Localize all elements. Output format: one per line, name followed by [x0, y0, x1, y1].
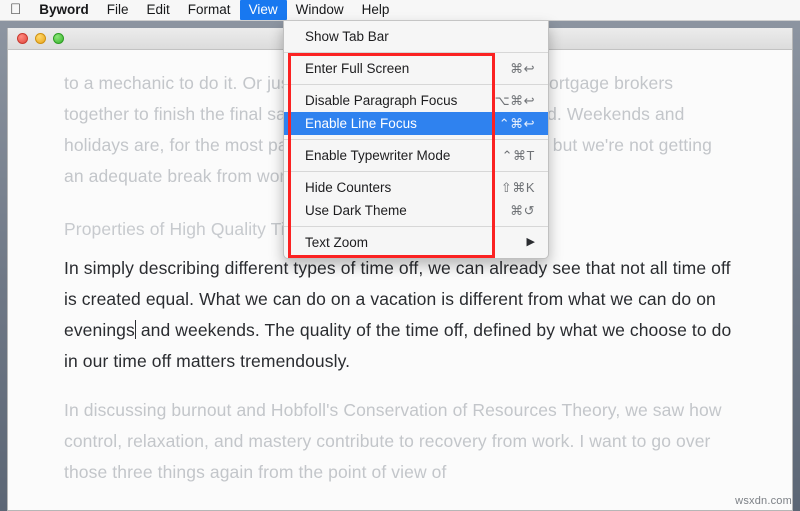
focused-text-after-caret: and weekends. The quality of the time of… — [64, 320, 732, 371]
menu-item-label: Enable Typewriter Mode — [305, 148, 451, 163]
zoom-window-button[interactable] — [53, 33, 64, 44]
paragraph-focused[interactable]: In simply describing different types of … — [64, 253, 736, 377]
chevron-right-icon: ▶ — [526, 236, 535, 248]
menu-item-label: Disable Paragraph Focus — [305, 93, 458, 108]
view-dropdown-menu: Show Tab Bar Enter Full Screen ⌘↩ Disabl… — [283, 21, 549, 259]
menu-item-show-tab-bar[interactable]: Show Tab Bar — [284, 25, 548, 48]
menubar-item-byword[interactable]: Byword — [35, 0, 98, 20]
menu-item-text-zoom[interactable]: Text Zoom ▶ — [284, 231, 548, 254]
menu-item-label: Show Tab Bar — [305, 29, 389, 44]
menu-separator — [284, 52, 548, 53]
menu-item-enable-typewriter-mode[interactable]: Enable Typewriter Mode ⌃⌘T — [284, 144, 548, 167]
menu-item-shortcut: ⌘↩ — [510, 61, 535, 76]
menu-item-label: Use Dark Theme — [305, 203, 407, 218]
macos-menubar:  Byword File Edit Format View Window He… — [0, 0, 800, 21]
close-window-button[interactable] — [17, 33, 28, 44]
menu-item-shortcut: ⌘↺ — [510, 203, 535, 218]
paragraph-below[interactable]: In discussing burnout and Hobfoll's Cons… — [64, 395, 736, 488]
menu-separator — [284, 139, 548, 140]
menu-item-label: Hide Counters — [305, 180, 392, 195]
menu-item-enable-line-focus[interactable]: Enable Line Focus ⌃⌘↩ — [284, 112, 548, 135]
menubar-item-help[interactable]: Help — [353, 0, 399, 20]
menu-item-hide-counters[interactable]: Hide Counters ⇧⌘K — [284, 176, 548, 199]
menu-item-use-dark-theme[interactable]: Use Dark Theme ⌘↺ — [284, 199, 548, 222]
menu-item-label: Text Zoom — [305, 235, 369, 250]
menubar-item-format[interactable]: Format — [179, 0, 240, 20]
menu-item-label: Enable Line Focus — [305, 116, 417, 131]
menu-item-disable-paragraph-focus[interactable]: Disable Paragraph Focus ⌥⌘↩ — [284, 89, 548, 112]
apple-logo-icon[interactable]:  — [10, 2, 21, 17]
menubar-item-file[interactable]: File — [98, 0, 138, 20]
minimize-window-button[interactable] — [35, 33, 46, 44]
menubar-item-window[interactable]: Window — [287, 0, 353, 20]
menu-item-shortcut: ⇧⌘K — [500, 180, 535, 195]
menu-item-shortcut: ⌃⌘T — [501, 148, 535, 163]
menu-separator — [284, 84, 548, 85]
paragraph-spacer-2 — [8, 377, 792, 395]
menu-separator — [284, 171, 548, 172]
menu-item-shortcut: ⌃⌘↩ — [498, 116, 535, 131]
menu-separator — [284, 226, 548, 227]
menubar-item-edit[interactable]: Edit — [138, 0, 179, 20]
menu-item-shortcut: ⌥⌘↩ — [494, 93, 535, 108]
menu-item-label: Enter Full Screen — [305, 61, 410, 76]
menu-item-enter-full-screen[interactable]: Enter Full Screen ⌘↩ — [284, 57, 548, 80]
watermark-text: wsxdn.com — [735, 495, 792, 507]
menubar-item-view[interactable]: View — [239, 0, 287, 20]
